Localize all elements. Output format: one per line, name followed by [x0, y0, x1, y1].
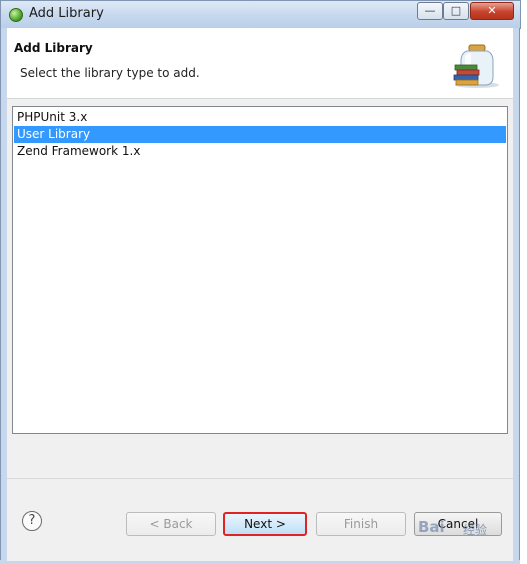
minimize-button[interactable]: — — [417, 2, 443, 20]
library-jar-icon — [453, 44, 499, 88]
close-button[interactable]: ✕ — [470, 2, 514, 20]
title-bar[interactable]: Add Library — □ ✕ — [0, 0, 521, 29]
window-frame-left — [0, 28, 7, 560]
list-item-zend-framework[interactable]: Zend Framework 1.x — [14, 143, 506, 160]
dialog-header: Add Library Select the library type to a… — [7, 28, 513, 99]
header-title: Add Library — [14, 41, 93, 55]
list-item-user-library[interactable]: User Library — [14, 126, 506, 143]
back-button[interactable]: < Back — [126, 512, 216, 536]
maximize-button[interactable]: □ — [443, 2, 469, 20]
watermark-logo: Bai — [418, 518, 445, 536]
watermark-subtitle: 经验 — [463, 523, 488, 537]
window-frame-right — [513, 28, 520, 560]
watermark: Bai 经验 — [408, 518, 518, 542]
help-icon[interactable]: ? — [22, 511, 42, 531]
dialog-content: PHPUnit 3.x User Library Zend Framework … — [7, 99, 513, 478]
window-title: Add Library — [29, 6, 104, 21]
next-button[interactable]: Next > — [223, 512, 307, 536]
finish-button[interactable]: Finish — [316, 512, 406, 536]
eclipse-icon — [9, 8, 23, 22]
list-item-phpunit[interactable]: PHPUnit 3.x — [14, 109, 506, 126]
header-description: Select the library type to add. — [20, 66, 200, 80]
library-type-list[interactable]: PHPUnit 3.x User Library Zend Framework … — [12, 106, 508, 434]
